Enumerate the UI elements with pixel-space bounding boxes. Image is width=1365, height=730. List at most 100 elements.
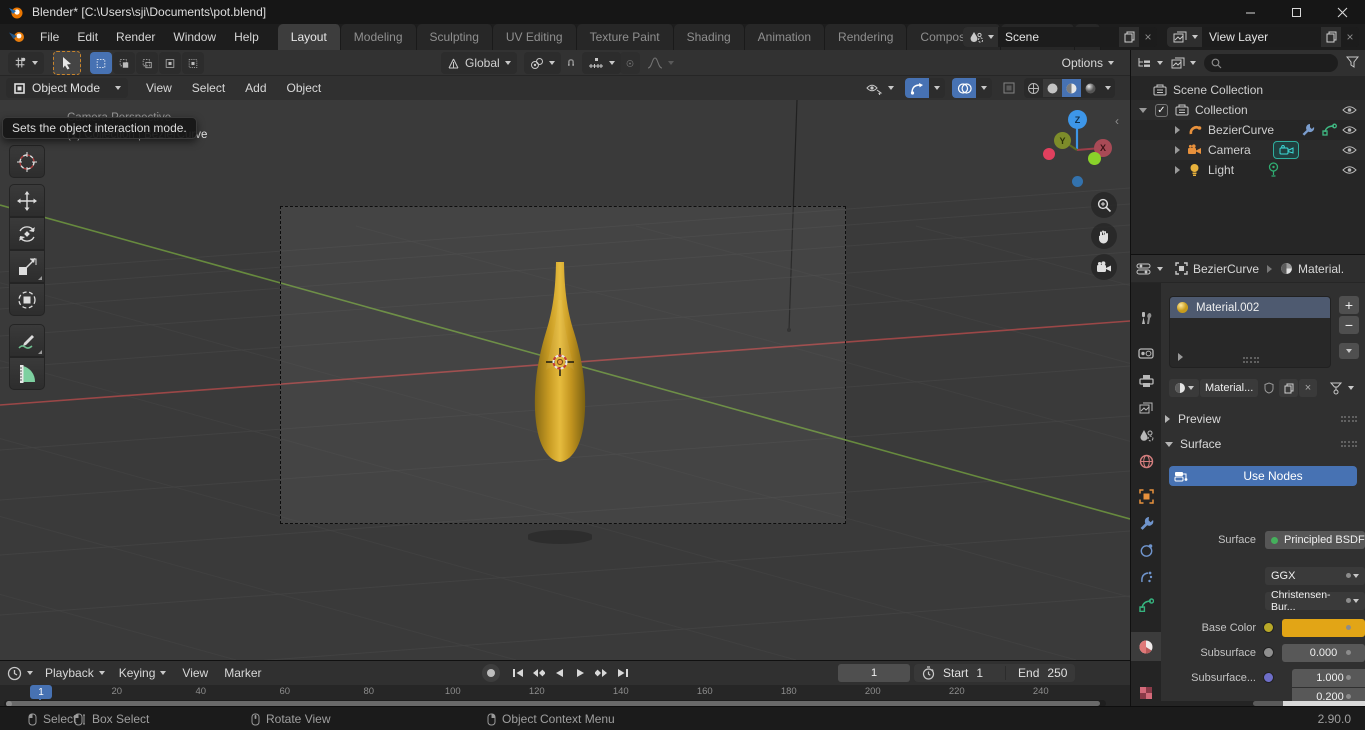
outliner-row-light[interactable]: Light	[1131, 160, 1365, 180]
auto-keying-button[interactable]	[482, 664, 500, 682]
material-browse-dropdown[interactable]	[1169, 379, 1199, 397]
expand-arrow[interactable]	[1175, 166, 1180, 174]
camera-data-badge[interactable]	[1273, 141, 1299, 159]
animate-dot[interactable]	[1346, 625, 1351, 630]
subsurface-radius-x[interactable]: 1.000	[1292, 669, 1365, 687]
tab-physics[interactable]	[1131, 537, 1161, 564]
timeline-editor-dropdown[interactable]	[7, 666, 33, 681]
tab-particles[interactable]	[1131, 564, 1161, 591]
playback-menu[interactable]: Playback	[45, 666, 105, 680]
options-dropdown[interactable]: Options	[1056, 52, 1120, 74]
blender-menu-icon[interactable]	[9, 30, 27, 44]
outliner-editor-dropdown[interactable]	[1137, 57, 1163, 70]
subsurface-radius-socket[interactable]	[1263, 672, 1274, 683]
select-mode-set-button[interactable]	[90, 52, 112, 74]
collection-checkbox[interactable]: ✓	[1155, 104, 1168, 117]
current-frame-field[interactable]: 1	[838, 664, 910, 682]
interaction-mode-dropdown[interactable]: Object Mode	[6, 78, 128, 98]
tab-sculpting[interactable]: Sculpting	[417, 24, 493, 50]
material-link-dropdown[interactable]	[1329, 382, 1354, 395]
surface-shader-dropdown[interactable]: Principled BSDF	[1265, 531, 1365, 549]
show-overlays-button[interactable]	[952, 78, 976, 98]
xray-toggle-button[interactable]	[999, 78, 1019, 98]
vase-object[interactable]	[528, 260, 592, 546]
slot-remove-button[interactable]: −	[1339, 316, 1359, 334]
tab-uv-editing[interactable]: UV Editing	[493, 24, 577, 50]
viewport-menu-view[interactable]: View	[136, 81, 182, 95]
pivot-point-dropdown[interactable]	[524, 52, 561, 74]
panel-drag-grip[interactable]	[1341, 416, 1357, 422]
snap-toggle-button[interactable]	[561, 52, 581, 74]
transform-orientation-dropdown[interactable]: Global	[441, 52, 517, 74]
view-layer-name[interactable]: View Layer	[1202, 27, 1320, 47]
overlays-dropdown[interactable]	[976, 78, 992, 98]
close-button[interactable]	[1319, 0, 1365, 24]
eye-icon[interactable]	[1342, 105, 1357, 115]
sidebar-collapse-arrow[interactable]: ‹	[1115, 114, 1119, 128]
tab-view-layer[interactable]	[1131, 394, 1161, 421]
shading-solid-button[interactable]	[1043, 79, 1062, 97]
viewport-3d[interactable]: Object Mode View Select Add Object	[0, 76, 1130, 660]
select-mode-intersect-button[interactable]	[182, 52, 204, 74]
animate-dot[interactable]	[1346, 573, 1351, 578]
slot-add-button[interactable]: +	[1339, 296, 1359, 314]
viewport-menu-object[interactable]: Object	[277, 81, 332, 95]
tab-modifiers[interactable]	[1131, 510, 1161, 537]
tab-world[interactable]	[1131, 448, 1161, 475]
tab-layout[interactable]: Layout	[278, 24, 341, 50]
base-color-swatch[interactable]	[1282, 619, 1365, 637]
unlink-material-button[interactable]: ×	[1299, 379, 1317, 397]
breadcrumb-object[interactable]: BezierCurve	[1193, 262, 1259, 276]
tab-object[interactable]	[1131, 483, 1161, 510]
tab-scene[interactable]	[1131, 421, 1161, 448]
select-mode-extend-button[interactable]	[113, 52, 135, 74]
snap-target-dropdown[interactable]	[582, 52, 621, 74]
jump-to-end-button[interactable]	[613, 664, 632, 682]
view-layer-remove-button[interactable]: ×	[1341, 27, 1359, 47]
view-layer-copy-button[interactable]	[1321, 27, 1341, 47]
tab-object-data[interactable]	[1131, 591, 1161, 618]
menu-help[interactable]: Help	[225, 24, 268, 50]
zoom-view-button[interactable]	[1091, 192, 1117, 218]
select-tool-button[interactable]	[53, 51, 81, 75]
move-tool-button[interactable]	[9, 184, 45, 217]
animate-dot[interactable]	[1346, 694, 1351, 699]
subsurface-value-field[interactable]: 0.000	[1282, 644, 1365, 662]
proportional-falloff-dropdown[interactable]	[641, 52, 680, 74]
slot-specials-button[interactable]	[1339, 343, 1359, 359]
end-value[interactable]: 250	[1047, 666, 1067, 680]
tab-animation[interactable]: Animation	[745, 24, 825, 50]
menu-file[interactable]: File	[31, 24, 68, 50]
expand-arrow[interactable]	[1175, 126, 1180, 134]
scene-name[interactable]: Scene	[998, 27, 1118, 47]
outliner-row-scene-collection[interactable]: Scene Collection	[1131, 80, 1365, 100]
expand-arrow[interactable]	[1175, 146, 1180, 154]
shading-dropdown[interactable]	[1100, 79, 1115, 97]
minimize-button[interactable]	[1227, 0, 1273, 24]
viewport-menu-select[interactable]: Select	[182, 81, 235, 95]
view-layer-icon-dropdown[interactable]	[1167, 27, 1202, 47]
subsurface-socket[interactable]	[1263, 647, 1274, 658]
rotate-tool-button[interactable]	[9, 217, 45, 250]
end-label[interactable]: End	[1005, 666, 1039, 680]
play-button[interactable]	[571, 664, 590, 682]
outliner-row-beziercurve[interactable]: BezierCurve	[1131, 120, 1365, 140]
timeline-marker-menu[interactable]: Marker	[224, 666, 261, 680]
scene-copy-button[interactable]	[1119, 27, 1139, 47]
shading-wireframe-button[interactable]	[1024, 79, 1043, 97]
gizmo-axis-x-neg[interactable]	[1043, 148, 1055, 160]
material-slot-active[interactable]: Material.002	[1170, 297, 1330, 318]
gizmo-axis-y[interactable]: Y	[1054, 132, 1071, 149]
animate-dot[interactable]	[1346, 650, 1351, 655]
timeline-view-menu[interactable]: View	[182, 666, 208, 680]
viewport-menu-add[interactable]: Add	[235, 81, 276, 95]
scale-tool-button[interactable]	[9, 250, 45, 283]
scene-icon-dropdown[interactable]	[963, 27, 998, 47]
use-nodes-button[interactable]: Use Nodes	[1169, 466, 1357, 486]
material-slot-list[interactable]: Material.002	[1169, 296, 1331, 368]
stopwatch-icon[interactable]	[922, 666, 935, 680]
outliner-row-collection[interactable]: ✓ Collection	[1131, 100, 1365, 120]
show-gizmos-button[interactable]	[905, 78, 929, 98]
transform-tool-button[interactable]	[9, 283, 45, 316]
gizmo-axis-z[interactable]: Z	[1068, 110, 1087, 129]
